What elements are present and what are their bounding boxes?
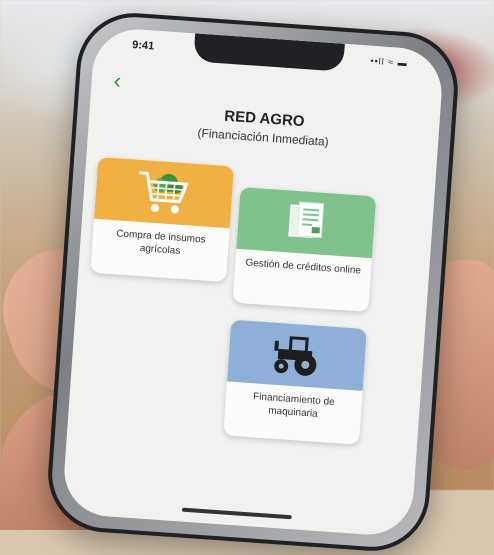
card-icon-area — [236, 186, 377, 259]
status-icons: ••ll ≈ ▬ — [370, 55, 408, 69]
card-financiamiento-maquinaria[interactable]: Financiamiento de maquinaria — [223, 319, 367, 445]
card-icon-area — [94, 156, 235, 229]
card-icon-area — [227, 319, 367, 391]
home-indicator[interactable] — [181, 507, 292, 520]
notch — [193, 33, 345, 72]
card-compra-insumos[interactable]: Compra de insumos agrícolas — [90, 156, 235, 283]
card-gestion-creditos[interactable]: Gestión de créditos online — [232, 186, 377, 313]
phone-frame: 9:41 ••ll ≈ ▬ ‹ RED AGRO (Financiación I… — [48, 13, 458, 551]
phone-device: 9:41 ••ll ≈ ▬ ‹ RED AGRO (Financiación I… — [44, 9, 462, 555]
phone-screen: 9:41 ••ll ≈ ▬ ‹ RED AGRO (Financiación I… — [61, 26, 445, 538]
shopping-cart-icon — [139, 171, 189, 214]
tractor-icon — [274, 336, 317, 376]
document-icon — [288, 201, 325, 239]
status-time: 9:41 — [131, 39, 155, 53]
back-button[interactable]: ‹ — [113, 68, 122, 93]
